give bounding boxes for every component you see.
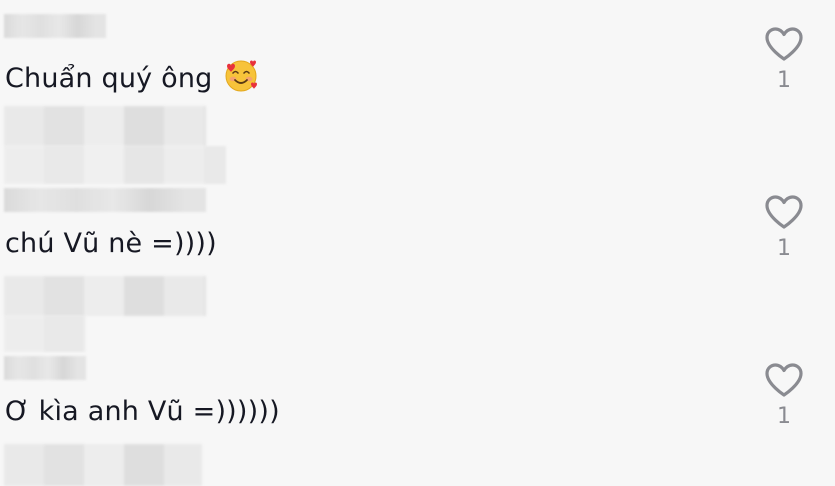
comment-meta-redacted <box>4 146 226 184</box>
comment-text: Ơ kìa anh Vũ =)))))) <box>5 396 280 428</box>
comment-text: chú Vũ nè =)))) <box>5 228 217 260</box>
username-redacted <box>4 188 206 212</box>
like-button[interactable]: 1 <box>761 362 807 430</box>
username-redacted <box>4 356 86 380</box>
heart-icon[interactable] <box>764 362 804 398</box>
heart-icon[interactable] <box>764 26 804 62</box>
comment-meta-redacted <box>4 444 202 486</box>
like-count: 1 <box>777 404 791 429</box>
comment-text-content: chú Vũ nè =)))) <box>5 228 217 259</box>
comment-meta-redacted <box>4 106 206 146</box>
like-count: 1 <box>777 68 791 93</box>
smiling-face-with-hearts-icon <box>225 60 258 92</box>
comment-text: Chuẩn quý ông <box>5 58 259 95</box>
username-redacted <box>4 14 106 38</box>
comment-text-content: Ơ kìa anh Vũ =)))))) <box>5 396 280 427</box>
comment-meta-redacted <box>4 316 86 352</box>
like-button[interactable]: 1 <box>761 26 807 94</box>
comment-text-content: Chuẩn quý ông <box>5 63 213 94</box>
heart-icon[interactable] <box>764 194 804 230</box>
like-count: 1 <box>777 236 791 261</box>
comment-meta-redacted <box>4 276 206 316</box>
like-button[interactable]: 1 <box>761 194 807 262</box>
